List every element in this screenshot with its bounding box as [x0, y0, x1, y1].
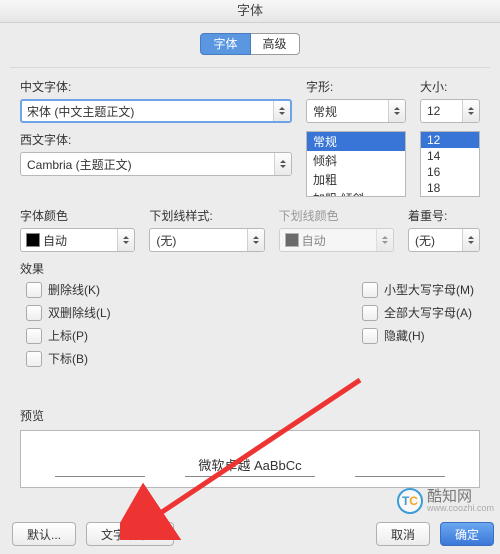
checkbox-icon [362, 305, 378, 321]
size-option[interactable]: 16 [421, 164, 479, 180]
chevron-icon[interactable] [462, 100, 479, 122]
size-value: 12 [427, 104, 440, 118]
size-option[interactable]: 18 [421, 180, 479, 196]
underline-color-value: 自动 [302, 232, 326, 249]
preview-slot-right [355, 458, 445, 477]
tab-font[interactable]: 字体 [200, 33, 250, 55]
style-option[interactable]: 加粗 [307, 170, 405, 189]
emphasis-combo[interactable]: (无) [408, 228, 480, 252]
underline-style-combo[interactable]: (无) [149, 228, 264, 252]
style-listbox[interactable]: 常规 倾斜 加粗 加粗 倾斜 [306, 131, 406, 197]
tab-advanced[interactable]: 高级 [251, 33, 300, 55]
size-combo[interactable]: 12 [420, 99, 480, 123]
cn-font-value: 宋体 (中文主题正文) [27, 103, 134, 120]
underline-style-value: (无) [156, 232, 176, 249]
tab-group: 字体 高级 [0, 33, 500, 55]
check-allcaps[interactable]: 全部大写字母(A) [362, 304, 474, 321]
label-preview: 预览 [20, 407, 480, 424]
west-font-combo[interactable]: Cambria (主题正文) [20, 152, 292, 176]
checkbox-icon [26, 328, 42, 344]
style-option[interactable]: 常规 [307, 132, 405, 151]
color-swatch-icon [26, 233, 40, 247]
color-swatch-icon [285, 233, 299, 247]
check-strikethrough[interactable]: 删除线(K) [26, 281, 111, 298]
style-value: 常规 [313, 103, 337, 120]
label-underline-style: 下划线样式: [149, 207, 264, 224]
chevron-icon[interactable] [247, 229, 264, 251]
checkbox-icon [362, 282, 378, 298]
style-combo[interactable]: 常规 [306, 99, 406, 123]
checkbox-icon [362, 328, 378, 344]
chevron-icon[interactable] [273, 101, 290, 121]
checkbox-icon [26, 305, 42, 321]
cn-font-combo[interactable]: 宋体 (中文主题正文) [20, 99, 292, 123]
label-style: 字形: [306, 78, 406, 95]
ok-button[interactable]: 确定 [440, 522, 494, 546]
check-subscript[interactable]: 下标(B) [26, 350, 111, 367]
size-listbox[interactable]: 12 14 16 18 20 [420, 131, 480, 197]
preview-box: 微软卓越 AaBbCc [20, 430, 480, 488]
preview-slot-left [55, 458, 145, 477]
label-font-color: 字体颜色 [20, 207, 135, 224]
size-option[interactable]: 20 [421, 196, 479, 197]
text-effects-button[interactable]: 文字效果... [86, 522, 174, 546]
footer: 默认... 文字效果... 取消 确定 [0, 522, 500, 546]
cancel-button[interactable]: 取消 [376, 522, 430, 546]
label-emphasis: 着重号: [408, 207, 480, 224]
check-hidden[interactable]: 隐藏(H) [362, 327, 474, 344]
font-dialog: 字体 字体 高级 中文字体: 宋体 (中文主题正文) 字形: 常规 [0, 0, 500, 554]
chevron-icon [376, 229, 393, 251]
check-superscript[interactable]: 上标(P) [26, 327, 111, 344]
font-color-value: 自动 [43, 232, 67, 249]
label-cn-font: 中文字体: [20, 78, 292, 95]
check-double-strike[interactable]: 双删除线(L) [26, 304, 111, 321]
style-option[interactable]: 加粗 倾斜 [307, 189, 405, 197]
chevron-icon[interactable] [462, 229, 479, 251]
label-size: 大小: [420, 78, 480, 95]
default-button[interactable]: 默认... [12, 522, 76, 546]
preview-sample: 微软卓越 AaBbCc [185, 455, 315, 477]
size-option[interactable]: 14 [421, 148, 479, 164]
label-west-font: 西文字体: [20, 131, 292, 148]
watermark-url: www.coozhi.com [427, 504, 494, 513]
checkbox-icon [26, 282, 42, 298]
emphasis-value: (无) [415, 232, 435, 249]
chevron-icon[interactable] [274, 153, 291, 175]
underline-color-combo: 自动 [279, 228, 394, 252]
effects-group: 删除线(K) 双删除线(L) 上标(P) 下标(B) 小型大写字母(M) 全部大… [20, 281, 480, 367]
size-option[interactable]: 12 [421, 132, 479, 148]
label-effects: 效果 [20, 260, 480, 277]
chevron-icon[interactable] [117, 229, 134, 251]
checkbox-icon [26, 351, 42, 367]
font-color-combo[interactable]: 自动 [20, 228, 135, 252]
check-smallcaps[interactable]: 小型大写字母(M) [362, 281, 474, 298]
window-title: 字体 [0, 0, 500, 23]
west-font-value: Cambria (主题正文) [27, 156, 132, 173]
label-underline-color: 下划线颜色 [279, 207, 394, 224]
chevron-icon[interactable] [388, 100, 405, 122]
style-option[interactable]: 倾斜 [307, 151, 405, 170]
main-panel: 中文字体: 宋体 (中文主题正文) 字形: 常规 大小: 12 [10, 67, 490, 494]
